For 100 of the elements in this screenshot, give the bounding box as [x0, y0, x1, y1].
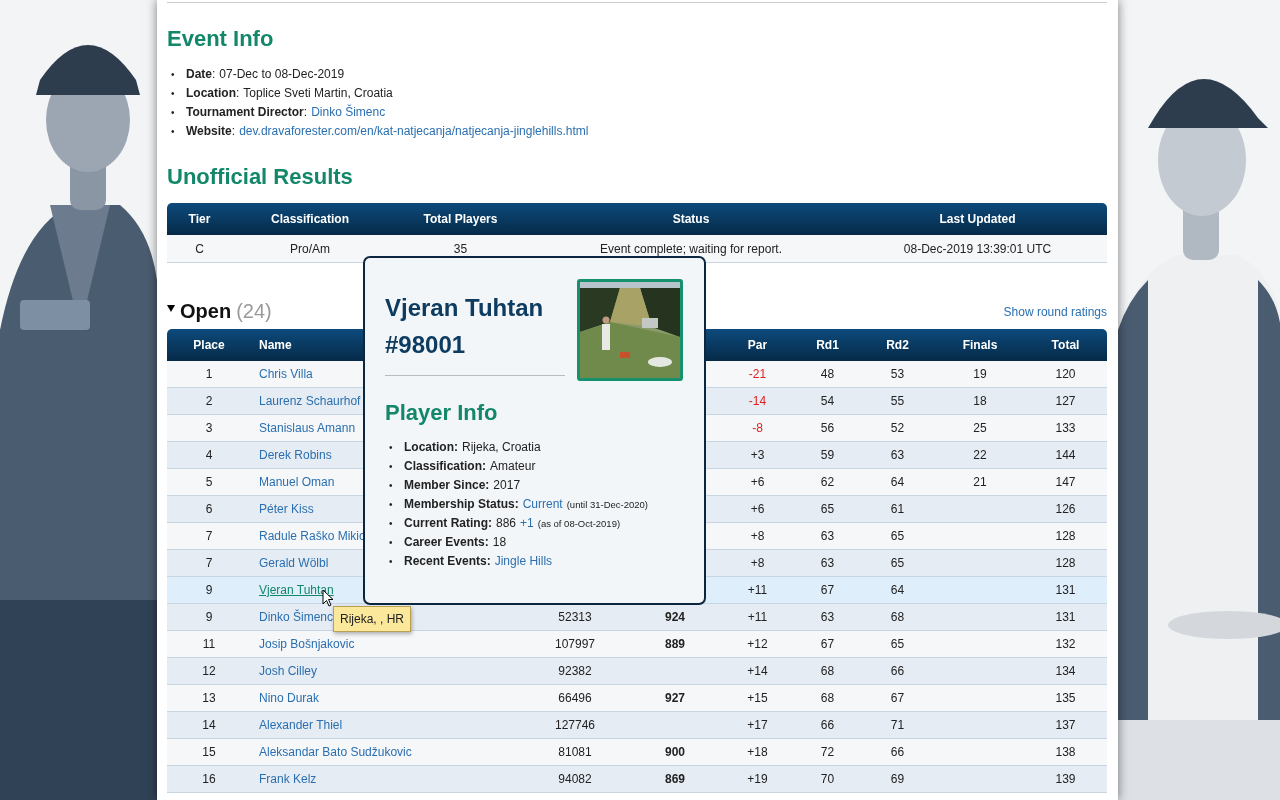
table-cell: 147	[1055, 475, 1076, 489]
table-cell: 54	[820, 394, 835, 408]
table-cell: 59	[820, 448, 835, 462]
table-cell: 55	[890, 394, 905, 408]
section-heading: Unofficial Results	[167, 163, 354, 191]
info-item: Location: Toplice Sveti Martin, Croatia	[186, 85, 393, 102]
table-cell: 1	[205, 367, 213, 381]
table-cell: 889	[665, 637, 685, 651]
column-header: Finals	[962, 338, 998, 352]
table-cell: +14	[747, 664, 768, 678]
table-cell: 63	[820, 610, 835, 624]
table-cell: 67	[820, 637, 835, 651]
table-cell: 120	[1055, 367, 1076, 381]
table-cell: 14	[202, 718, 216, 732]
table-cell: 52	[890, 421, 905, 435]
table-cell: 70	[820, 772, 835, 786]
column-header: Last Updated	[938, 212, 1017, 226]
column-header: Rd1	[816, 338, 839, 352]
table-cell: 63	[890, 448, 905, 462]
table-cell: 5	[205, 475, 213, 489]
table-cell: 9	[205, 583, 213, 597]
table-cell: 62	[820, 475, 835, 489]
table-cell: 128	[1055, 556, 1076, 570]
table-cell: +12	[747, 637, 768, 651]
table-cell-text: 35	[452, 241, 469, 256]
table-cell: 64	[890, 583, 905, 597]
table-cell: 131	[1055, 583, 1076, 597]
table-cell: 135	[1055, 691, 1076, 705]
info-item: Website: dev.dravaforester.com/en/kat-natjecanja/natjecanja-jinglehills.html	[186, 123, 589, 140]
bullet: •	[389, 460, 394, 474]
table-cell: 11	[202, 637, 216, 651]
table-cell: 144	[1055, 448, 1076, 462]
column-header: Total	[1051, 338, 1080, 352]
table-cell-text: Event complete; waiting for report.	[598, 241, 784, 256]
table-cell: -21	[748, 367, 767, 381]
table-cell: 92382	[558, 664, 592, 678]
table-cell: 66	[820, 718, 835, 732]
player-name: Vjeran Tuhtan	[385, 293, 544, 323]
table-cell: 127	[1055, 394, 1076, 408]
table-cell: -8	[752, 421, 763, 435]
table-cell: +6	[750, 502, 765, 516]
table-cell: 68	[820, 664, 835, 678]
info-item: Classification: Amateur	[404, 458, 536, 475]
table-cell: 138	[1055, 745, 1076, 759]
table-cell: 67	[890, 691, 905, 705]
bullet: •	[389, 479, 394, 493]
table-cell: 126	[1055, 502, 1076, 516]
section-heading: Event Info	[167, 25, 275, 53]
table-cell: 7	[205, 529, 213, 543]
table-cell: 53	[890, 367, 905, 381]
column-header: Name	[258, 338, 292, 352]
bullet: •	[389, 517, 394, 531]
table-cell: 66	[890, 664, 905, 678]
table-cell: 131	[1055, 610, 1076, 624]
table-cell: 6	[205, 502, 213, 516]
table-cell: 127746	[554, 718, 595, 732]
table-cell: 22	[973, 448, 987, 462]
table-cell: 66	[890, 745, 905, 759]
table-cell: 2	[205, 394, 213, 408]
column-header: Status	[671, 212, 711, 226]
table-cell: 134	[1055, 664, 1076, 678]
bullet: •	[171, 106, 176, 120]
table-cell: 69	[890, 772, 905, 786]
table-cell-text: Pro/Am	[289, 241, 331, 256]
table-cell: 128	[1055, 529, 1076, 543]
table-cell: 107997	[554, 637, 595, 651]
table-cell: 67	[820, 583, 835, 597]
bullet: •	[389, 536, 394, 550]
table-cell: 15	[202, 745, 216, 759]
info-item: Date: 07-Dec to 08-Dec-2019	[186, 66, 345, 83]
table-cell: 21	[973, 475, 987, 489]
table-cell-text: 08-Dec-2019 13:39:01 UTC	[902, 241, 1053, 256]
info-item: Location: Rijeka, Croatia	[404, 439, 541, 456]
table-cell: 65	[820, 502, 835, 516]
table-cell: 132	[1055, 637, 1076, 651]
info-item: Recent Events: Jingle Hills	[404, 553, 553, 570]
info-item: Member Since: 2017	[404, 477, 521, 494]
table-cell: 68	[890, 610, 905, 624]
table-cell: +19	[747, 772, 768, 786]
table-cell: 52313	[558, 610, 592, 624]
table-cell: 48	[820, 367, 835, 381]
table-cell-text: C	[194, 241, 205, 256]
table-cell: 9	[205, 610, 213, 624]
table-cell: +11	[747, 583, 768, 597]
table-cell: +6	[750, 475, 765, 489]
table-cell: 63	[820, 556, 835, 570]
table-cell: -14	[748, 394, 767, 408]
table-cell: 139	[1055, 772, 1076, 786]
table-cell: 61	[890, 502, 905, 516]
info-item: Tournament Director: Dinko Šimenc	[186, 103, 386, 121]
table-cell: 137	[1055, 718, 1076, 732]
column-header: Classification	[270, 212, 350, 226]
table-cell: +17	[747, 718, 768, 732]
table-cell: 65	[890, 637, 905, 651]
table-cell: 56	[820, 421, 835, 435]
table-cell: 16	[202, 772, 216, 786]
bullet: •	[389, 498, 394, 512]
tooltip: Rijeka, , HR	[333, 606, 411, 632]
table-cell: 71	[890, 718, 905, 732]
table-cell: 133	[1055, 421, 1076, 435]
